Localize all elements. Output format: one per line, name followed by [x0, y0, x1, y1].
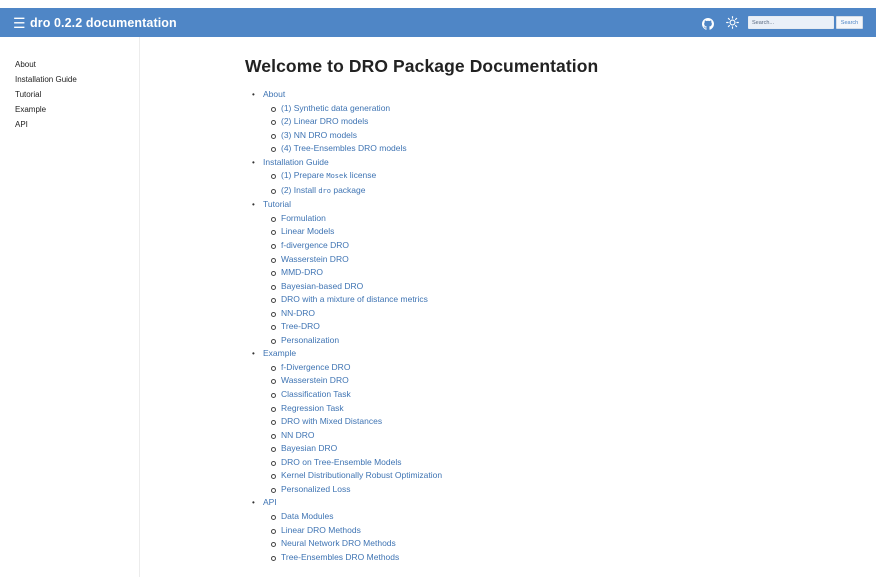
toc-section-example: Example f-Divergence DRO Wasserstein DRO…	[252, 347, 865, 496]
github-icon[interactable]	[702, 17, 714, 30]
toc-item[interactable]: f-Divergence DRO	[271, 361, 865, 375]
toc-item-text: license	[347, 170, 377, 181]
toc-item[interactable]: (1) Prepare Mosek license	[271, 169, 865, 184]
toc-item[interactable]: Data Modules	[271, 510, 865, 524]
toc-item-text: (2) Install	[281, 184, 319, 195]
toc-link-installation-guide[interactable]: Installation Guide	[263, 157, 329, 167]
inline-code: Mosek	[326, 172, 348, 181]
toc-item[interactable]: Wasserstein DRO	[271, 374, 865, 388]
toc-item[interactable]: Bayesian-based DRO	[271, 280, 865, 294]
toc-item[interactable]: Tree-DRO	[271, 320, 865, 334]
table-of-contents: About (1) Synthetic data generation (2) …	[245, 88, 865, 564]
toc-item[interactable]: Classification Task	[271, 388, 865, 402]
toc-section-about: About (1) Synthetic data generation (2) …	[252, 88, 865, 156]
toc-item[interactable]: NN-DRO	[271, 307, 865, 321]
toc-item[interactable]: Formulation	[271, 212, 865, 226]
toc-link-about[interactable]: About	[263, 89, 285, 99]
toc-link-api[interactable]: API	[263, 497, 277, 507]
search-input[interactable]	[748, 16, 834, 29]
toc-item[interactable]: NN DRO	[271, 429, 865, 443]
toc-section-installation-guide: Installation Guide (1) Prepare Mosek lic…	[252, 156, 865, 199]
toc-item[interactable]: Linear DRO Methods	[271, 524, 865, 538]
sidebar-item-example[interactable]: Example	[15, 102, 139, 117]
sun-icon[interactable]	[726, 16, 739, 29]
toc-link-example[interactable]: Example	[263, 348, 296, 358]
toc-item[interactable]: Tree-Ensembles DRO Methods	[271, 551, 865, 565]
toc-item[interactable]: (1) Synthetic data generation	[271, 102, 865, 116]
toc-item-text: package	[330, 184, 366, 195]
navbar-actions: Search	[702, 8, 863, 37]
page-title: Welcome to DRO Package Documentation	[245, 56, 599, 76]
toc-item[interactable]: DRO on Tree-Ensemble Models	[271, 456, 865, 470]
toc-item[interactable]: Neural Network DRO Methods	[271, 537, 865, 551]
toc-item[interactable]: (4) Tree-Ensembles DRO models	[271, 142, 865, 156]
toc-item[interactable]: Regression Task	[271, 402, 865, 416]
toc-item[interactable]: DRO with Mixed Distances	[271, 415, 865, 429]
toc-item[interactable]: (2) Install dro package	[271, 184, 865, 199]
toc-item[interactable]: Linear Models	[271, 225, 865, 239]
toc-item-text: (1) Prepare	[281, 170, 327, 181]
sidebar-item-api[interactable]: API	[15, 117, 139, 132]
toc-item[interactable]: Personalized Loss	[271, 483, 865, 497]
sidebar-item-tutorial[interactable]: Tutorial	[15, 87, 139, 102]
toc-item[interactable]: Kernel Distributionally Robust Optimizat…	[271, 469, 865, 483]
sidebar-item-installation-guide[interactable]: Installation Guide	[15, 72, 139, 87]
toc-item[interactable]: MMD-DRO	[271, 266, 865, 280]
toc-item[interactable]: Bayesian DRO	[271, 442, 865, 456]
sidebar: About Installation Guide Tutorial Exampl…	[0, 37, 140, 577]
toc-item[interactable]: f-divergence DRO	[271, 239, 865, 253]
site-title[interactable]: dro 0.2.2 documentation	[30, 16, 177, 30]
toc-link-tutorial[interactable]: Tutorial	[263, 199, 291, 209]
toc-item[interactable]: Wasserstein DRO	[271, 253, 865, 267]
inline-code: dro	[318, 186, 331, 195]
search-button[interactable]: Search	[836, 16, 863, 29]
toc-item[interactable]: DRO with a mixture of distance metrics	[271, 293, 865, 307]
menu-icon[interactable]: ☰	[13, 16, 26, 30]
toc-item[interactable]: Personalization	[271, 334, 865, 348]
sidebar-item-about[interactable]: About	[15, 57, 139, 72]
sidebar-nav-list: About Installation Guide Tutorial Exampl…	[0, 37, 139, 132]
top-navbar: ☰ dro 0.2.2 documentation Search	[0, 8, 876, 37]
toc-section-api: API Data Modules Linear DRO Methods Neur…	[252, 496, 865, 564]
toc-item[interactable]: (2) Linear DRO models	[271, 115, 865, 129]
main-content: Welcome to DRO Package Documentation Abo…	[245, 37, 865, 564]
toc-section-tutorial: Tutorial Formulation Linear Models f-div…	[252, 198, 865, 347]
toc-item[interactable]: (3) NN DRO models	[271, 129, 865, 143]
